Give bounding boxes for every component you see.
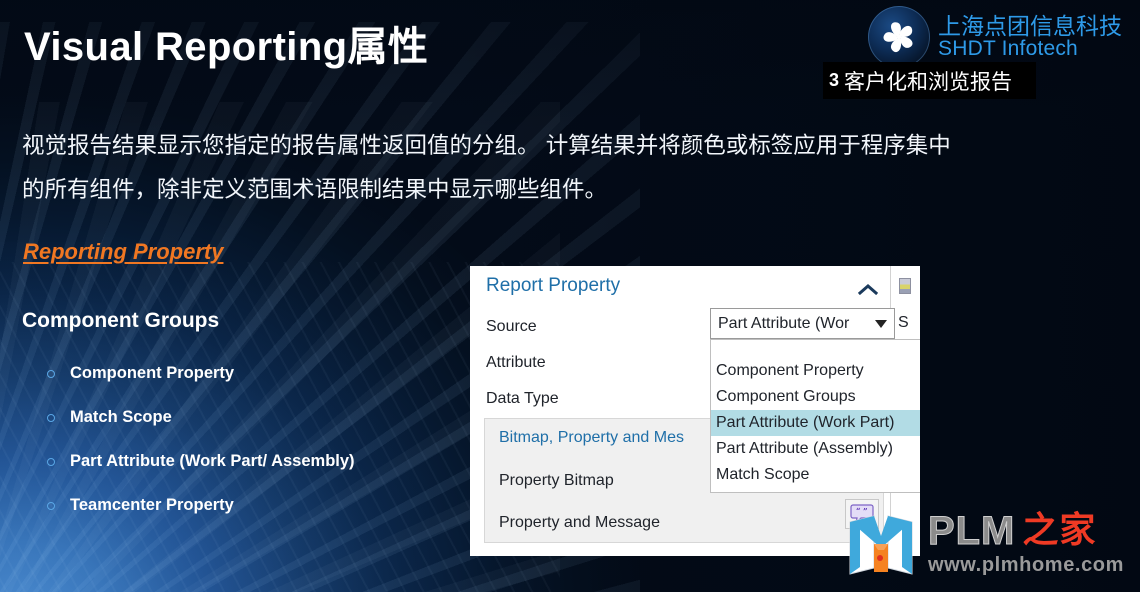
dropdown-option-part-attribute-assembly[interactable]: Part Attribute (Assembly) — [711, 436, 920, 462]
section-number: 3 — [829, 70, 840, 90]
dropdown-option-component-property[interactable]: Component Property — [711, 358, 920, 384]
plm-letters: PLM — [927, 509, 1016, 553]
company-name-en: SHDT Infotech — [938, 37, 1078, 61]
chevron-up-icon[interactable] — [857, 282, 879, 296]
panel-item-property-bitmap[interactable]: Property Bitmap — [499, 472, 614, 490]
plm-home-logo-icon — [844, 508, 918, 578]
bullet-circle-icon — [47, 502, 55, 510]
panel-item-property-and-message[interactable]: Property and Message — [499, 514, 660, 532]
plm-home-text: PLM 之家 www.plmhome.com — [927, 509, 1124, 576]
panel-item-header[interactable]: Bitmap, Property and Mes — [499, 429, 684, 447]
data-type-label: Data Type — [486, 390, 559, 407]
company-logo: 上海点团信息科技 SHDT Infotech — [868, 6, 1122, 68]
section-banner-label: 客户化和浏览报告 — [844, 70, 1013, 94]
list-item: Part Attribute (Work Part/ Assembly) — [46, 452, 355, 471]
bullet-list: Component Property Match Scope Part Attr… — [46, 364, 355, 540]
dialog-title: Report Property — [486, 275, 621, 296]
source-label: Source — [486, 318, 537, 335]
page-title: Visual Reporting属性 — [24, 25, 429, 69]
list-item: Teamcenter Property — [46, 496, 355, 515]
dropdown-option-match-scope[interactable]: Match Scope — [711, 462, 920, 488]
list-item-label: Teamcenter Property — [70, 496, 234, 514]
plm-chinese: 之家 — [1022, 510, 1097, 551]
plm-home-watermark: PLM 之家 www.plmhome.com — [844, 508, 1124, 578]
list-item: Component Property — [46, 364, 355, 383]
reporting-property-heading: Reporting Property — [23, 239, 224, 264]
source-dropdown-list[interactable]: Component Property Component Groups Part… — [710, 339, 920, 493]
source-combobox-value: Part Attribute (Wor — [718, 314, 850, 332]
component-groups-heading: Component Groups — [22, 309, 220, 332]
paragraph-line-2: 的所有组件，除非定义范围术语限制结果中显示哪些组件。 — [22, 177, 608, 202]
list-item-label: Match Scope — [70, 408, 172, 426]
bullet-circle-icon — [47, 414, 55, 422]
body-paragraph: 视觉报告结果显示您指定的报告属性返回值的分组。 计算结果并将颜色或标签应用于程序… — [22, 124, 1092, 212]
list-item-label: Part Attribute (Work Part/ Assembly) — [70, 452, 355, 470]
list-item-label: Component Property — [70, 364, 235, 382]
bullet-circle-icon — [47, 370, 55, 378]
paragraph-line-1: 视觉报告结果显示您指定的报告属性返回值的分组。 计算结果并将颜色或标签应用于程序… — [22, 133, 951, 158]
company-name-cn: 上海点团信息科技 — [938, 12, 1122, 39]
slide-canvas: Visual Reporting属性 视觉报告结果显示您指定的报告属性返回值的分… — [0, 0, 1140, 592]
dropdown-option-part-attribute-work-part[interactable]: Part Attribute (Work Part) — [711, 410, 920, 436]
source-combobox[interactable]: Part Attribute (Wor — [710, 308, 895, 339]
plm-home-title-row: PLM 之家 — [927, 509, 1124, 553]
flower-emblem-icon — [868, 6, 930, 68]
chevron-down-icon[interactable] — [875, 319, 887, 328]
company-logo-text: 上海点团信息科技 SHDT Infotech — [938, 12, 1122, 61]
section-banner: 3 客户化和浏览报告 — [823, 62, 1036, 99]
attribute-label: Attribute — [486, 354, 546, 371]
list-item: Match Scope — [46, 408, 355, 427]
dropdown-option-component-groups[interactable]: Component Groups — [711, 384, 920, 410]
plm-home-url: www.plmhome.com — [927, 554, 1124, 576]
small-color-swatch-icon — [899, 278, 911, 294]
bullet-circle-icon — [47, 458, 55, 466]
sliver-partial-text: S — [898, 314, 909, 331]
